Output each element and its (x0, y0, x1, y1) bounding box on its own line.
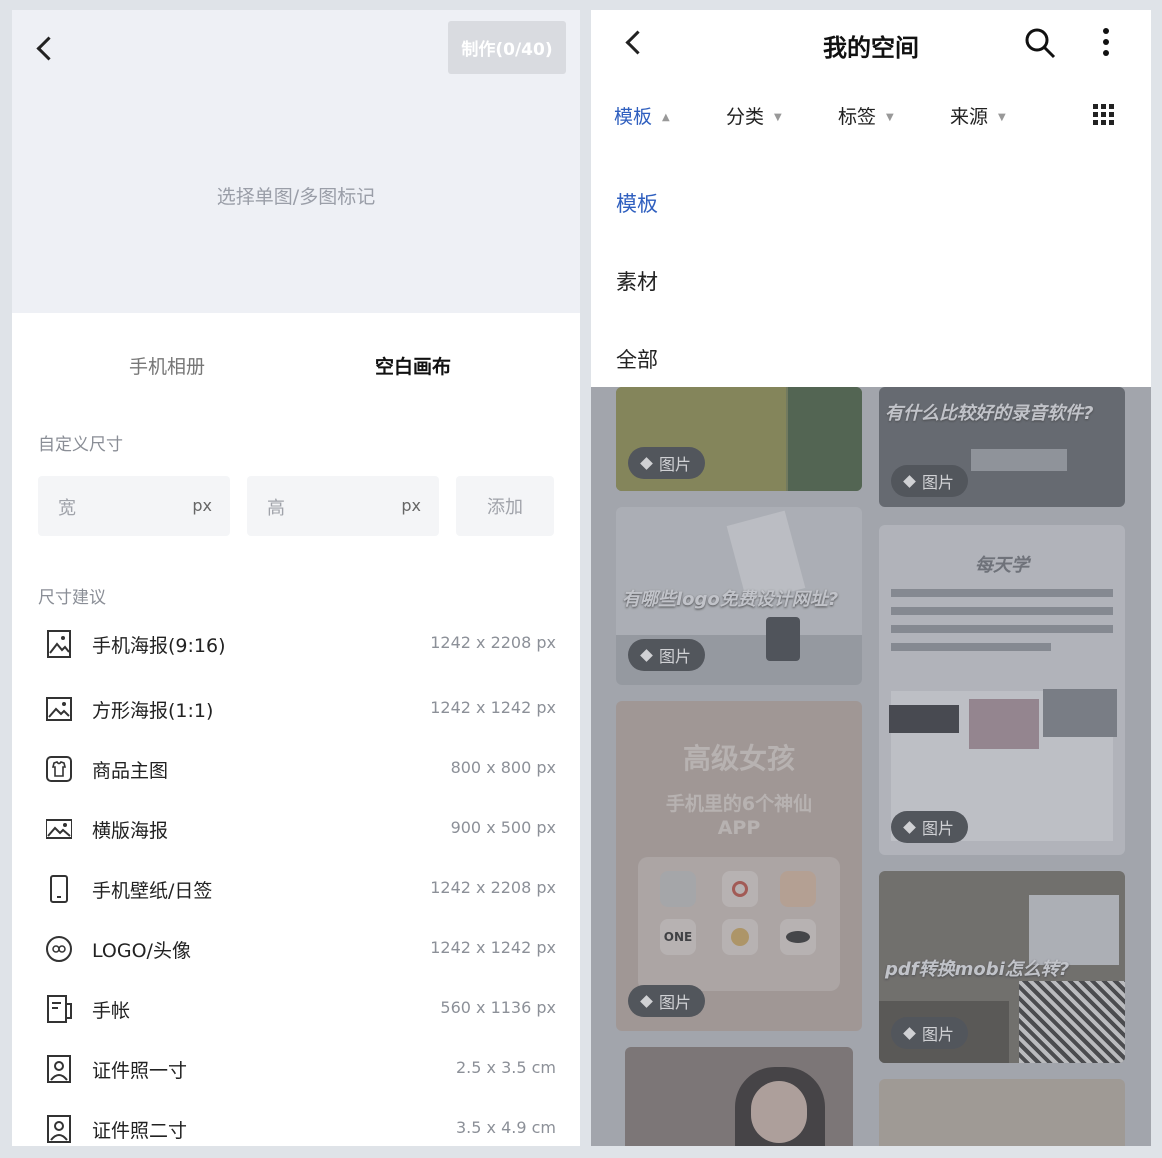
more-vertical-icon[interactable] (1099, 26, 1113, 60)
filter-tag[interactable]: 标签 ▼ (838, 102, 894, 129)
size-dims: 1242 x 1242 px (430, 698, 556, 717)
add-size-button[interactable]: 添加 (456, 476, 554, 536)
height-field[interactable]: 高 px (247, 476, 439, 536)
square-image-icon (46, 697, 72, 721)
size-dims: 560 x 1136 px (440, 998, 556, 1017)
id-photo-icon (47, 1055, 71, 1083)
height-placeholder: 高 (267, 498, 285, 519)
size-dims: 3.5 x 4.9 cm (456, 1118, 556, 1137)
size-name: 横版海报 (92, 820, 169, 842)
grid-view-icon[interactable] (1093, 104, 1115, 126)
phone-icon (50, 875, 68, 903)
filter-bar: 模板 ▲ 分类 ▼ 标签 ▼ 来源 ▼ (591, 78, 1151, 150)
size-name: 手机海报(9:16) (92, 635, 226, 657)
size-dims: 1242 x 2208 px (430, 633, 556, 652)
caret-up-icon: ▲ (662, 112, 670, 123)
filter-dropdown-menu: 模板 素材 全部 (591, 150, 1151, 387)
top-bar: 我的空间 (591, 10, 1151, 78)
my-space-panel: 图片 有什么比较好的录音软件? 图片 有哪些logo免费设计网址? 图片 每天学 (591, 10, 1151, 1146)
height-unit: px (401, 496, 421, 515)
filter-category[interactable]: 分类 ▼ (726, 102, 782, 129)
caret-down-icon: ▼ (886, 112, 894, 123)
notebook-icon (47, 995, 72, 1023)
filter-label: 分类 (726, 106, 765, 128)
filter-source[interactable]: 来源 ▼ (950, 102, 1006, 129)
selection-preview-area[interactable]: 制作(0/40) 选择单图/多图标记 (12, 10, 580, 313)
landscape-image-icon (46, 819, 72, 839)
portrait-image-icon (47, 630, 71, 658)
dim-overlay[interactable] (591, 387, 1151, 1146)
width-field[interactable]: 宽 px (38, 476, 230, 536)
tab-blank-canvas[interactable]: 空白画布 (375, 352, 451, 379)
size-name: 手机壁纸/日签 (92, 880, 213, 902)
size-item[interactable]: 横版海报 900 x 500 px (38, 804, 556, 854)
caret-down-icon: ▼ (998, 112, 1006, 123)
size-dims: 900 x 500 px (450, 818, 556, 837)
size-name: 证件照一寸 (92, 1060, 188, 1082)
tab-phone-album[interactable]: 手机相册 (129, 352, 205, 379)
size-dims: 2.5 x 3.5 cm (456, 1058, 556, 1077)
dropdown-item-all[interactable]: 全部 (616, 344, 658, 374)
size-name: LOGO/头像 (92, 940, 191, 962)
dropdown-item-template[interactable]: 模板 (616, 188, 658, 218)
size-item[interactable]: 证件照二寸 3.5 x 4.9 cm (38, 1104, 556, 1146)
size-dims: 800 x 800 px (450, 758, 556, 777)
page-title: 我的空间 (823, 34, 919, 62)
size-item[interactable]: 商品主图 800 x 800 px (38, 744, 556, 794)
filter-label: 模板 (614, 106, 653, 128)
filter-label: 标签 (838, 106, 877, 128)
size-name: 证件照二寸 (92, 1120, 188, 1142)
template-grid: 图片 有什么比较好的录音软件? 图片 有哪些logo免费设计网址? 图片 每天学 (591, 387, 1151, 1146)
width-placeholder: 宽 (58, 498, 76, 519)
select-hint: 选择单图/多图标记 (216, 186, 376, 208)
dropdown-item-material[interactable]: 素材 (616, 266, 658, 296)
size-name: 商品主图 (92, 760, 169, 782)
filter-label: 来源 (950, 106, 989, 128)
logo-circle-icon (46, 936, 72, 962)
size-item[interactable]: 证件照一寸 2.5 x 3.5 cm (38, 1044, 556, 1094)
shirt-icon (46, 756, 72, 782)
size-item[interactable]: 手机壁纸/日签 1242 x 2208 px (38, 864, 556, 914)
search-icon[interactable] (1023, 26, 1057, 60)
make-button[interactable]: 制作(0/40) (448, 21, 566, 74)
size-item[interactable]: 手机海报(9:16) 1242 x 2208 px (38, 619, 556, 669)
size-item[interactable]: 手帐 560 x 1136 px (38, 984, 556, 1034)
custom-size-title: 自定义尺寸 (38, 435, 123, 455)
filter-template[interactable]: 模板 ▲ (614, 102, 670, 129)
canvas-create-panel: 制作(0/40) 选择单图/多图标记 手机相册 空白画布 自定义尺寸 宽 px … (12, 10, 580, 1146)
back-arrow-icon[interactable] (36, 36, 61, 61)
size-item[interactable]: 方形海报(1:1) 1242 x 1242 px (38, 684, 556, 734)
size-suggest-title: 尺寸建议 (38, 588, 106, 608)
id-photo-icon (47, 1115, 71, 1143)
size-item[interactable]: LOGO/头像 1242 x 1242 px (38, 924, 556, 974)
width-unit: px (192, 496, 212, 515)
size-dims: 1242 x 1242 px (430, 938, 556, 957)
size-dims: 1242 x 2208 px (430, 878, 556, 897)
size-name: 方形海报(1:1) (92, 700, 214, 722)
caret-down-icon: ▼ (774, 112, 782, 123)
size-name: 手帐 (92, 1000, 131, 1022)
